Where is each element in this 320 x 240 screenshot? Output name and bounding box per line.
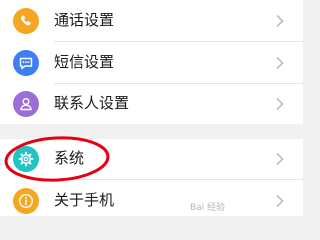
contact-icon — [13, 91, 39, 117]
watermark: Bai 经验 — [190, 203, 226, 213]
settings-group-communication: 通话设置 短信设置 联系人设置 — [0, 0, 303, 124]
info-icon — [13, 188, 39, 214]
divider — [54, 83, 303, 84]
divider — [54, 41, 303, 42]
phone-icon — [13, 8, 39, 34]
chevron-right-icon — [275, 194, 285, 208]
settings-item-about-phone[interactable]: 关于手机 — [0, 182, 303, 221]
settings-item-label: 通话设置 — [54, 11, 115, 29]
gear-icon — [13, 146, 39, 172]
settings-item-label: 系统 — [54, 149, 85, 167]
settings-item-label: 联系人设置 — [54, 94, 130, 112]
settings-item-contacts[interactable]: 联系人设置 — [0, 85, 303, 124]
divider — [54, 179, 303, 180]
settings-item-call[interactable]: 通话设置 — [0, 2, 303, 41]
chevron-right-icon — [275, 56, 285, 70]
chevron-right-icon — [275, 97, 285, 111]
settings-item-sms[interactable]: 短信设置 — [0, 44, 303, 83]
message-icon — [13, 50, 39, 76]
settings-item-label: 关于手机 — [54, 191, 115, 209]
settings-item-label: 短信设置 — [54, 53, 115, 71]
settings-group-system: 系统 关于手机 — [0, 139, 303, 216]
chevron-right-icon — [275, 152, 285, 166]
settings-item-system[interactable]: 系统 — [0, 140, 303, 179]
chevron-right-icon — [275, 14, 285, 28]
